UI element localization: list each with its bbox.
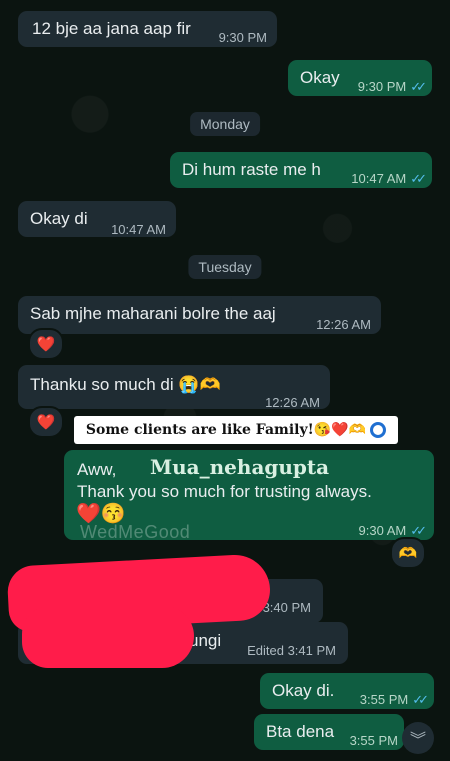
scroll-to-bottom-button[interactable]: ︾ — [402, 722, 434, 754]
message-outgoing[interactable]: Bta dena 3:55 PM — [254, 714, 404, 750]
message-incoming[interactable]: Okay di 10:47 AM — [18, 201, 176, 237]
double-check-icon: ✓✓ — [410, 523, 427, 538]
overlay-banner-text: Some clients are like Family!😘❤️🫶 — [85, 422, 367, 438]
message-time: 12:26 AM — [316, 317, 371, 332]
message-time: 9:30 PM ✓✓ — [357, 79, 427, 94]
redaction-mark — [22, 606, 194, 668]
message-time: 3:55 PM ✓✓ — [359, 692, 429, 707]
double-check-icon: ✓✓ — [410, 79, 427, 94]
message-time: 3:55 PM — [349, 733, 398, 748]
message-text: Aww, — [77, 460, 117, 479]
reaction-heart-hands[interactable]: 🫶 — [390, 537, 426, 569]
day-separator: Monday — [190, 112, 260, 136]
reaction-heart[interactable]: ❤️ — [28, 406, 64, 438]
ring-icon — [370, 422, 387, 438]
message-text: Thanku so much di 😭🫶 — [30, 375, 221, 394]
overlay-banner: Some clients are like Family!😘❤️🫶 — [74, 416, 398, 444]
double-check-icon: ✓✓ — [410, 171, 427, 186]
message-time: 10:47 AM ✓✓ — [351, 171, 427, 186]
message-time: Edited 3:41 PM — [247, 643, 336, 658]
message-text-line2: Thank you so much for trusting always. — [77, 482, 372, 501]
message-text: Okay di — [30, 209, 88, 228]
reaction-heart[interactable]: ❤️ — [28, 328, 64, 360]
message-text: Okay di. — [272, 681, 335, 700]
message-text: Bta dena — [266, 722, 335, 741]
message-outgoing[interactable]: Di hum raste me h 10:47 AM ✓✓ — [170, 152, 432, 188]
message-time: 3:40 PM — [262, 600, 311, 615]
watermark-logo: WedMeGood — [80, 522, 191, 542]
overlay-handle: Mua_nehagupta — [150, 455, 330, 479]
message-incoming[interactable]: 12 bje aa jana aap fir 9:30 PM — [18, 11, 277, 47]
message-text: Okay — [300, 68, 340, 87]
message-incoming[interactable]: Thanku so much di 😭🫶 12:26 AM — [18, 365, 330, 410]
chevron-double-down-icon: ︾ — [409, 732, 426, 749]
message-time: 9:30 PM — [218, 30, 267, 45]
double-check-icon: ✓✓ — [412, 692, 429, 707]
message-time: 12:26 AM — [265, 395, 320, 410]
message-outgoing[interactable]: Okay 9:30 PM ✓✓ — [288, 60, 432, 96]
day-separator: Tuesday — [188, 255, 262, 279]
message-time: 10:47 AM — [111, 222, 166, 237]
message-outgoing[interactable]: Okay di. 3:55 PM ✓✓ — [260, 673, 434, 709]
message-text: Di hum raste me h — [182, 160, 321, 179]
message-text: Sab mjhe maharani bolre the aaj — [30, 304, 276, 323]
message-incoming[interactable]: Sab mjhe maharani bolre the aaj 12:26 AM — [18, 296, 381, 334]
message-text: 12 bje aa jana aap fir — [32, 19, 191, 38]
